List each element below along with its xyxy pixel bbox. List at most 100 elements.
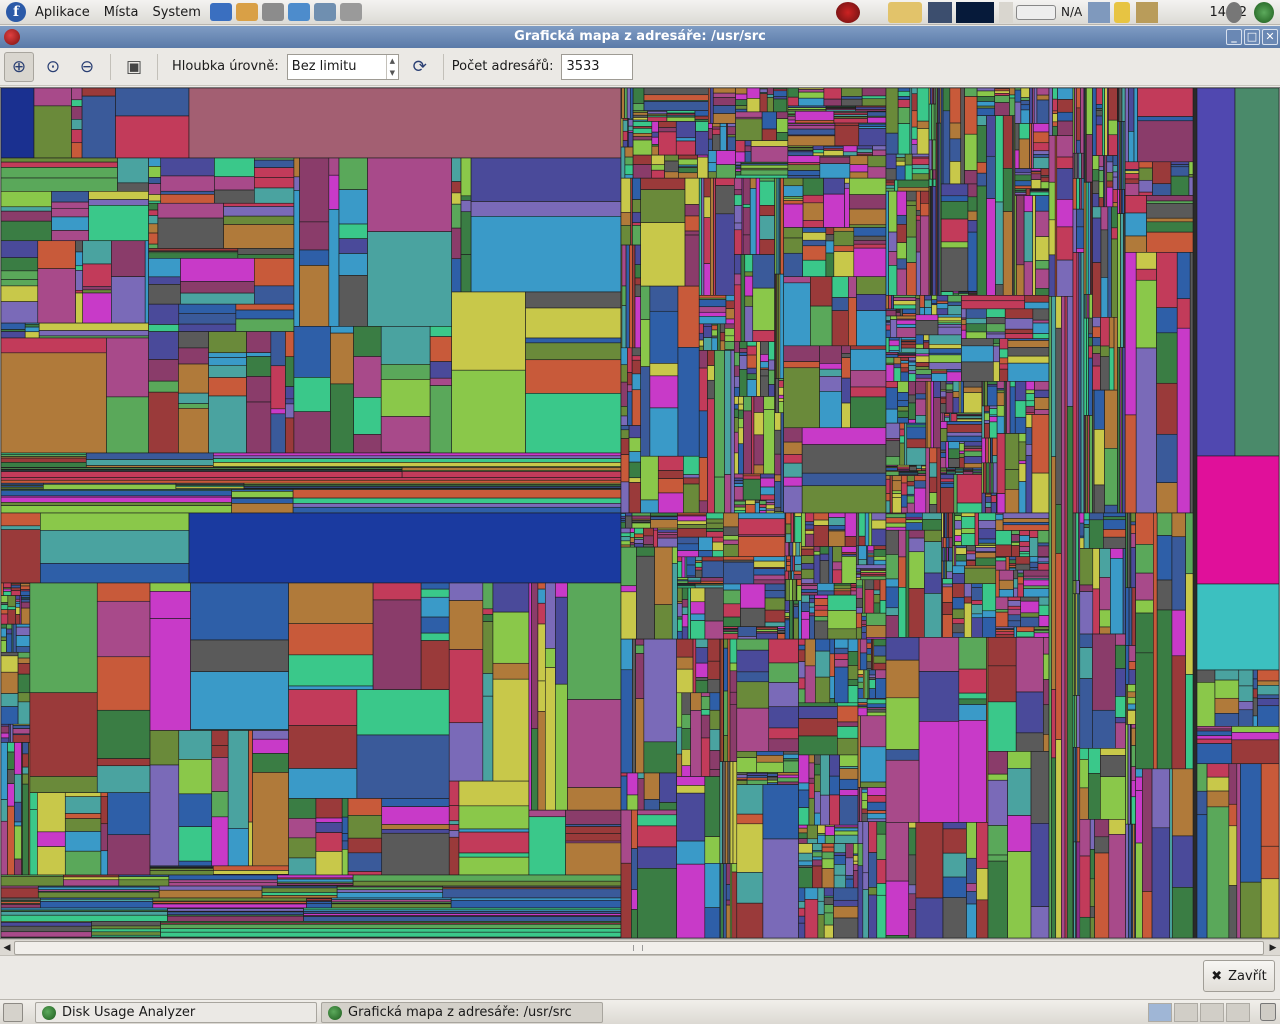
treemap-cell[interactable] bbox=[996, 392, 1005, 407]
treemap-cell[interactable] bbox=[1103, 516, 1126, 521]
treemap-cell[interactable] bbox=[1011, 534, 1020, 542]
treemap-cell[interactable] bbox=[849, 155, 869, 165]
treemap-cell[interactable] bbox=[634, 527, 644, 535]
treemap-cell[interactable] bbox=[785, 533, 792, 543]
treemap-cell[interactable] bbox=[985, 502, 992, 508]
treemap-cell[interactable] bbox=[707, 379, 715, 400]
treemap-cell[interactable] bbox=[261, 887, 338, 893]
treemap-cell[interactable] bbox=[627, 372, 633, 386]
treemap-cell[interactable] bbox=[712, 105, 736, 114]
treemap-cell[interactable] bbox=[783, 203, 804, 228]
treemap-cell[interactable] bbox=[637, 846, 677, 869]
treemap-cell[interactable] bbox=[694, 119, 709, 122]
treemap-cell[interactable] bbox=[723, 539, 739, 545]
treemap-cell[interactable] bbox=[911, 157, 930, 166]
treemap-cell[interactable] bbox=[834, 647, 849, 655]
treemap-cell[interactable] bbox=[885, 438, 901, 442]
treemap-cell[interactable] bbox=[942, 822, 967, 830]
treemap-cell[interactable] bbox=[1, 270, 39, 280]
treemap-cell[interactable] bbox=[482, 614, 494, 622]
treemap-cell[interactable] bbox=[1124, 183, 1140, 196]
treemap-cell[interactable] bbox=[631, 522, 651, 529]
treemap-cell[interactable] bbox=[1095, 110, 1103, 117]
treemap-cell[interactable] bbox=[1098, 181, 1104, 198]
treemap-cell[interactable] bbox=[850, 587, 857, 592]
treemap-cell[interactable] bbox=[855, 597, 863, 608]
treemap-cell[interactable] bbox=[1020, 109, 1030, 124]
treemap-cell[interactable] bbox=[252, 772, 289, 867]
treemap-cell[interactable] bbox=[1104, 504, 1118, 514]
treemap-cell[interactable] bbox=[885, 478, 891, 494]
treemap-cell[interactable] bbox=[1260, 763, 1279, 847]
treemap-cell[interactable] bbox=[158, 889, 263, 899]
treemap-cell[interactable] bbox=[900, 475, 908, 484]
treemap-cell[interactable] bbox=[1025, 188, 1031, 196]
treemap-cell[interactable] bbox=[929, 504, 938, 514]
treemap-cell[interactable] bbox=[734, 408, 739, 418]
treemap-cell[interactable] bbox=[857, 715, 861, 788]
treemap-cell[interactable] bbox=[814, 812, 821, 826]
treemap-cell[interactable] bbox=[697, 156, 709, 179]
treemap-cell[interactable] bbox=[996, 389, 1005, 394]
treemap-cell[interactable] bbox=[817, 583, 835, 592]
treemap-cell[interactable] bbox=[6, 633, 13, 653]
treemap-cell[interactable] bbox=[1009, 94, 1016, 99]
treemap-cell[interactable] bbox=[1056, 135, 1074, 158]
treemap-cell[interactable] bbox=[117, 182, 149, 192]
treemap-cell[interactable] bbox=[915, 369, 932, 375]
treemap-cell[interactable] bbox=[10, 587, 21, 592]
treemap-cell[interactable] bbox=[1057, 88, 1074, 100]
treemap-cell[interactable] bbox=[736, 638, 770, 651]
treemap-cell[interactable] bbox=[1214, 679, 1240, 699]
treemap-cell[interactable] bbox=[7, 606, 17, 610]
treemap-cell[interactable] bbox=[1206, 790, 1230, 808]
treemap-cell[interactable] bbox=[96, 765, 151, 793]
treemap-cell[interactable] bbox=[293, 377, 331, 412]
treemap-cell[interactable] bbox=[996, 415, 1005, 434]
treemap-cell[interactable] bbox=[347, 837, 383, 854]
treemap-cell[interactable] bbox=[719, 126, 727, 151]
treemap-cell[interactable] bbox=[420, 616, 450, 634]
treemap-cell[interactable] bbox=[872, 145, 887, 151]
treemap-cell[interactable] bbox=[942, 852, 967, 878]
treemap-cell[interactable] bbox=[1032, 322, 1050, 334]
treemap-cell[interactable] bbox=[625, 244, 630, 349]
treemap-cell[interactable] bbox=[814, 774, 821, 793]
treemap-cell[interactable] bbox=[837, 702, 859, 707]
treemap-cell[interactable] bbox=[712, 126, 721, 130]
treemap-cell[interactable] bbox=[746, 775, 768, 779]
treemap-cell[interactable] bbox=[647, 111, 668, 115]
treemap-cell[interactable] bbox=[353, 356, 382, 398]
treemap-cell[interactable] bbox=[862, 889, 869, 938]
treemap-cell[interactable] bbox=[1079, 548, 1094, 586]
treemap-cell[interactable] bbox=[288, 582, 374, 624]
treemap-cell[interactable] bbox=[908, 537, 925, 553]
treemap-cell[interactable] bbox=[458, 780, 530, 807]
treemap-cell[interactable] bbox=[798, 644, 806, 651]
treemap-cell[interactable] bbox=[254, 159, 295, 168]
treemap-cell[interactable] bbox=[676, 726, 683, 755]
treemap-cell[interactable] bbox=[734, 510, 746, 514]
treemap-cell[interactable] bbox=[632, 112, 648, 116]
treemap-cell[interactable] bbox=[916, 468, 922, 471]
treemap-cell[interactable] bbox=[875, 669, 887, 679]
treemap-cell[interactable] bbox=[703, 217, 711, 264]
treemap-cell[interactable] bbox=[735, 174, 789, 179]
treemap-cell[interactable] bbox=[677, 536, 699, 545]
treemap-cell[interactable] bbox=[867, 813, 887, 820]
treemap-cell[interactable] bbox=[276, 874, 354, 879]
treemap-cell[interactable] bbox=[739, 341, 748, 349]
treemap-cell[interactable] bbox=[1135, 612, 1154, 654]
treemap-cell[interactable] bbox=[168, 874, 278, 881]
treemap-cell[interactable] bbox=[1023, 261, 1034, 296]
treemap-cell[interactable] bbox=[1, 907, 168, 911]
treemap-cell[interactable] bbox=[792, 542, 797, 557]
treemap-cell[interactable] bbox=[712, 92, 736, 98]
treemap-cell[interactable] bbox=[967, 231, 978, 292]
treemap-block-large[interactable] bbox=[188, 512, 622, 584]
treemap-cell[interactable] bbox=[51, 201, 89, 209]
treemap-cell[interactable] bbox=[857, 698, 868, 703]
treemap-cell[interactable] bbox=[856, 148, 873, 153]
treemap-cell[interactable] bbox=[622, 120, 628, 132]
treemap-cell[interactable] bbox=[470, 157, 622, 202]
